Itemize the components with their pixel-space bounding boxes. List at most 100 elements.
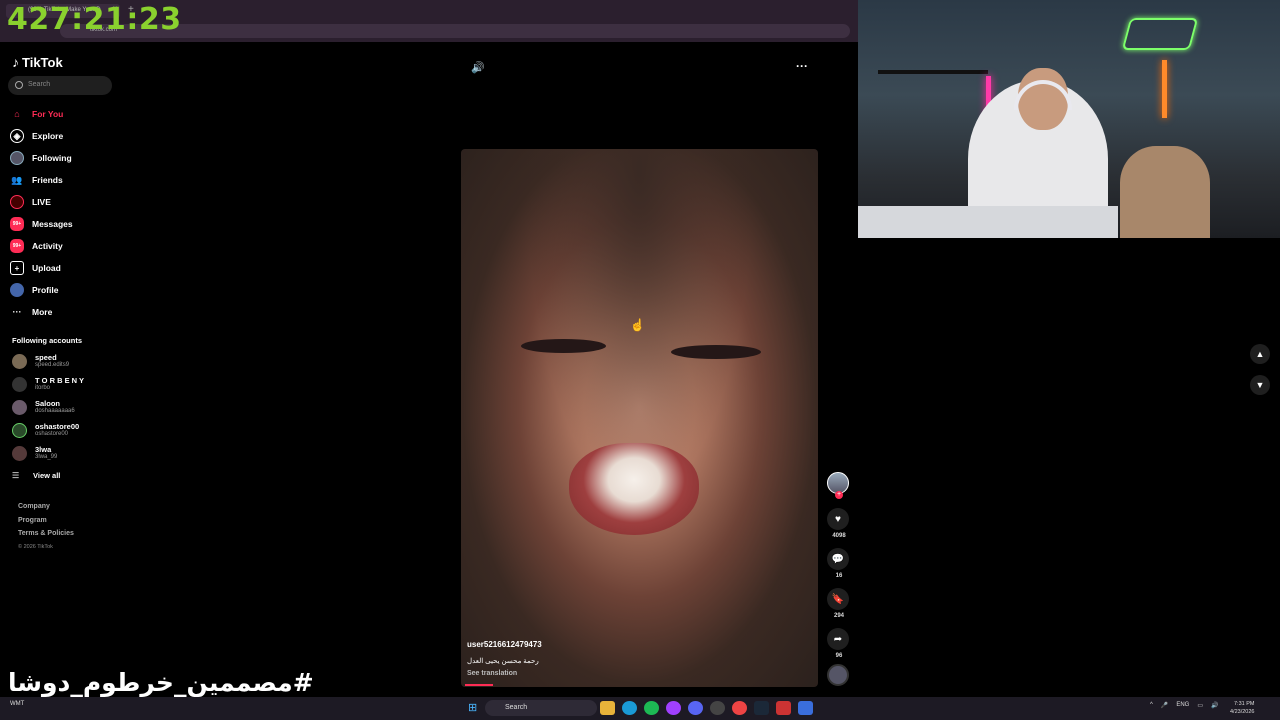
share-count: 96 bbox=[835, 653, 843, 659]
screen: { "overlay": { "timer": "427:21:23", "ha… bbox=[0, 0, 1280, 720]
activity-icon: 99+ bbox=[10, 239, 24, 253]
share-button[interactable]: ➦ bbox=[827, 628, 849, 650]
account-item[interactable]: speed speed.edits9 bbox=[12, 350, 84, 373]
upload-icon: + bbox=[10, 261, 24, 275]
heart-icon: ♥ bbox=[835, 513, 841, 525]
more-options-icon[interactable]: ··· bbox=[796, 59, 808, 73]
messenger-icon[interactable] bbox=[666, 701, 681, 715]
save-button[interactable]: 🔖 bbox=[827, 588, 849, 610]
footer-link-terms[interactable]: Terms & Policies bbox=[18, 530, 74, 544]
nav-label: Messages bbox=[32, 219, 73, 229]
video-actions: + ♥ 4098 💬 16 🔖 294 ➦ 96 bbox=[827, 472, 851, 686]
account-item[interactable]: oshastore00 oshastore00 bbox=[12, 419, 84, 442]
taskbar-search[interactable]: Search bbox=[485, 700, 597, 716]
video-player[interactable]: user5216612479473 رحمة محسن يحيى العدل S… bbox=[461, 149, 818, 687]
account-item[interactable]: Saloon doshaaaaaaa6 bbox=[12, 396, 84, 419]
sidebar-item-friends[interactable]: 👥 Friends bbox=[10, 169, 110, 191]
account-name: T O R B E N Y bbox=[35, 376, 85, 385]
weather-widget[interactable]: WMT bbox=[10, 701, 24, 707]
music-disc-icon[interactable] bbox=[827, 664, 849, 686]
video-username[interactable]: user5216612479473 bbox=[467, 640, 542, 649]
sidebar-item-upload[interactable]: + Upload bbox=[10, 257, 110, 279]
sidebar-item-messages[interactable]: 99+ Messages bbox=[10, 213, 110, 235]
sidebar-footer: Company Program Terms & Policies © 2026 … bbox=[18, 503, 74, 557]
view-all-link[interactable]: ☰ View all bbox=[12, 471, 60, 480]
account-item[interactable]: 3lwa 3lwa_99 bbox=[12, 442, 84, 465]
like-button[interactable]: ♥ bbox=[827, 508, 849, 530]
see-translation-link[interactable]: See translation bbox=[467, 670, 517, 677]
avatar bbox=[12, 377, 27, 392]
microphone-icon[interactable]: 🎤 bbox=[1161, 702, 1168, 709]
account-name: 3lwa bbox=[35, 445, 52, 454]
cam-chair bbox=[1120, 146, 1210, 238]
sidebar-item-live[interactable]: LIVE bbox=[10, 191, 110, 213]
following-accounts-list: speed speed.edits9 T O R B E N Yitorbo Sa… bbox=[12, 350, 84, 465]
clock-date: 4/23/2026 bbox=[1230, 709, 1255, 715]
more-icon: ··· bbox=[12, 307, 22, 317]
compass-icon: ◈ bbox=[10, 129, 24, 143]
home-icon: ⌂ bbox=[14, 109, 20, 119]
footer-link-company[interactable]: Company bbox=[18, 503, 74, 517]
bookmark-icon: 🔖 bbox=[831, 593, 845, 605]
sidebar-item-activity[interactable]: 99+ Activity bbox=[10, 235, 110, 257]
copyright: © 2026 TikTok bbox=[18, 543, 53, 550]
app-icon[interactable] bbox=[798, 701, 813, 715]
tiktok-logo[interactable]: ♪ TikTok bbox=[12, 54, 63, 70]
previous-video-button[interactable]: ▲ bbox=[1250, 344, 1270, 364]
volume-icon[interactable]: 🔊 bbox=[471, 61, 485, 74]
video-detail bbox=[569, 443, 699, 535]
nav-label: Activity bbox=[32, 241, 63, 251]
logo-text: TikTok bbox=[22, 54, 63, 70]
chevron-up-icon: ▲ bbox=[1255, 349, 1265, 359]
neon-light bbox=[1162, 60, 1167, 118]
messages-icon: 99+ bbox=[10, 217, 24, 231]
live-icon bbox=[10, 195, 24, 209]
search-input[interactable]: Search bbox=[8, 76, 112, 95]
account-item[interactable]: T O R B E N Yitorbo bbox=[12, 373, 84, 396]
language-indicator[interactable]: ENG bbox=[1176, 702, 1189, 709]
creator-avatar[interactable]: + bbox=[827, 472, 849, 499]
nav-label: Friends bbox=[32, 175, 63, 185]
avatar bbox=[12, 423, 27, 438]
comment-count: 16 bbox=[835, 573, 843, 579]
video-description: رحمة محسن يحيى العدل bbox=[467, 658, 539, 665]
spotify-icon[interactable] bbox=[644, 701, 659, 715]
next-video-button[interactable]: ▼ bbox=[1250, 375, 1270, 395]
nav-label: Following bbox=[32, 153, 72, 163]
webcam-overlay bbox=[858, 0, 1280, 238]
app-icon[interactable] bbox=[776, 701, 791, 715]
save-count: 294 bbox=[833, 613, 844, 619]
chrome-icon[interactable] bbox=[732, 701, 747, 715]
system-tray: ^ 🎤 ENG ▭ 🔊 bbox=[1150, 702, 1218, 709]
cam-desk bbox=[858, 206, 1118, 238]
comment-button[interactable]: 💬 bbox=[827, 548, 849, 570]
nav-label: For You bbox=[32, 109, 64, 119]
account-handle: 3lwa_99 bbox=[35, 454, 58, 460]
volume-icon[interactable]: 🔊 bbox=[1211, 702, 1218, 709]
sidebar-item-more[interactable]: ··· More bbox=[10, 301, 110, 323]
nav-label: Explore bbox=[32, 131, 64, 141]
edge-icon[interactable] bbox=[622, 701, 637, 715]
like-count: 4098 bbox=[832, 533, 846, 539]
windows-start-icon[interactable]: ⊞ bbox=[468, 701, 477, 714]
sidebar-item-for-you[interactable]: ⌂ For You bbox=[10, 103, 110, 125]
account-handle: speed.edits9 bbox=[35, 362, 70, 368]
sidebar-item-profile[interactable]: Profile bbox=[10, 279, 110, 301]
mouse-cursor-icon: ☝ bbox=[630, 318, 645, 332]
footer-link-program[interactable]: Program bbox=[18, 517, 74, 531]
comment-icon: 💬 bbox=[831, 553, 845, 565]
steam-icon[interactable] bbox=[754, 701, 769, 715]
follow-plus-icon[interactable]: + bbox=[835, 491, 843, 499]
file-explorer-icon[interactable] bbox=[600, 701, 615, 715]
clock[interactable]: 7:31 PM 4/23/2026 bbox=[1230, 700, 1254, 716]
cam-shelf bbox=[878, 70, 988, 74]
discord-icon[interactable] bbox=[688, 701, 703, 715]
sidebar-item-following[interactable]: Following bbox=[10, 147, 110, 169]
sidebar-item-explore[interactable]: ◈ Explore bbox=[10, 125, 110, 147]
settings-icon[interactable] bbox=[710, 701, 725, 715]
chevron-up-icon[interactable]: ^ bbox=[1150, 702, 1153, 709]
network-icon[interactable]: ▭ bbox=[1197, 702, 1203, 709]
clock-time: 7:31 PM bbox=[1233, 701, 1255, 707]
video-progress-bar[interactable] bbox=[465, 684, 493, 686]
following-icon bbox=[10, 151, 24, 165]
